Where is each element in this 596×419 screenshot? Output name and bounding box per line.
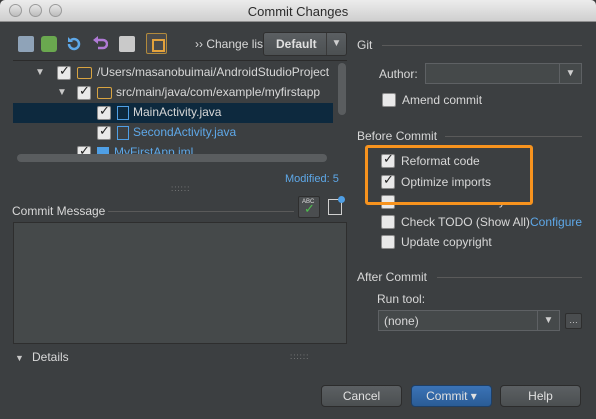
tree-checkbox[interactable] <box>77 84 91 100</box>
undo-icon[interactable] <box>92 36 109 52</box>
chevron-down-icon: ▼ <box>559 64 581 83</box>
configure-link[interactable]: Configure <box>530 215 582 229</box>
help-button[interactable]: Help <box>500 385 581 407</box>
commit-changes-dialog: Commit Changes ›› Change list: Default ▼… <box>0 0 596 419</box>
run-tool-label: Run tool: <box>377 292 426 306</box>
commit-button[interactable]: Commit ▾ <box>411 385 492 407</box>
amend-commit-label[interactable]: Amend commit <box>402 93 482 107</box>
git-section-title: Git <box>357 38 373 52</box>
update-copyright-label[interactable]: Update copyright <box>401 235 492 249</box>
modified-count: Modified: 5 <box>285 173 339 185</box>
expand-arrow-icon[interactable]: ▼ <box>35 67 45 78</box>
tree-item-project-folder[interactable]: ▼ /Users/masanobuimai/AndroidStudioProje… <box>13 63 333 83</box>
tree-item-second-activity[interactable]: SecondActivity.java <box>13 123 333 143</box>
tree-vertical-scrollbar[interactable] <box>338 63 346 115</box>
divider <box>445 136 582 137</box>
revert-icon[interactable] <box>66 36 82 52</box>
changelist-label: ›› Change list: <box>195 37 270 51</box>
run-tool-value: (none) <box>384 314 419 328</box>
edit-icon[interactable] <box>119 36 135 52</box>
tree-item-source-folder[interactable]: ▼ src/main/java/com/example/myfirstapp <box>13 83 333 103</box>
expand-arrow-icon[interactable]: ▼ <box>57 87 67 98</box>
changes-tree[interactable]: ▼ /Users/masanobuimai/AndroidStudioProje… <box>13 60 347 164</box>
commit-message-label: Commit Message <box>12 204 106 218</box>
divider <box>108 211 294 212</box>
tree-checkbox[interactable] <box>57 64 71 80</box>
message-history-icon[interactable] <box>328 196 345 215</box>
tree-checkbox[interactable] <box>97 124 111 140</box>
tree-item-label: MainActivity.java <box>133 105 222 119</box>
before-commit-section-title: Before Commit <box>357 129 438 143</box>
splitter-grip[interactable]: :::::: <box>171 184 190 193</box>
amend-commit-checkbox[interactable] <box>382 93 396 107</box>
changelist-value: Default <box>276 37 317 51</box>
java-file-icon <box>117 106 129 120</box>
cancel-button[interactable]: Cancel <box>321 385 402 407</box>
tree-checkbox[interactable] <box>97 104 111 120</box>
window-title: Commit Changes <box>247 4 349 19</box>
highlight-box <box>365 145 533 205</box>
collapse-arrow-icon[interactable]: ▼ <box>15 353 24 363</box>
tree-item-main-activity[interactable]: MainActivity.java <box>13 103 333 123</box>
update-copyright-checkbox[interactable] <box>381 235 395 249</box>
after-commit-section-title: After Commit <box>357 270 428 284</box>
divider <box>382 45 582 46</box>
tree-item-label: SecondActivity.java <box>133 125 237 139</box>
commit-message-textarea[interactable] <box>13 222 347 344</box>
author-label: Author: <box>379 67 418 81</box>
details-toggle[interactable]: Details <box>32 350 69 364</box>
java-file-icon <box>117 126 129 140</box>
tree-item-label: src/main/java/com/example/myfirstapp <box>116 85 321 99</box>
author-combobox[interactable]: ▼ <box>425 63 582 84</box>
tree-horizontal-scrollbar[interactable] <box>17 154 327 162</box>
check-todo-checkbox[interactable] <box>381 215 395 229</box>
run-tool-combobox[interactable]: (none) ▼ <box>378 310 560 331</box>
folder-icon <box>77 67 92 79</box>
chevron-down-icon: ▼ <box>326 33 346 55</box>
chevron-down-icon: ▼ <box>537 311 559 330</box>
diff-icon[interactable] <box>41 36 57 52</box>
tree-item-label: /Users/masanobuimai/AndroidStudioProject <box>97 65 330 79</box>
check-todo-label[interactable]: Check TODO (Show All) <box>401 215 530 229</box>
divider <box>437 277 582 278</box>
group-by-directory-icon[interactable] <box>146 33 167 54</box>
browse-button[interactable]: … <box>565 313 582 329</box>
changelist-dropdown[interactable]: Default ▼ <box>263 32 347 56</box>
splitter-grip[interactable]: :::::: <box>290 352 309 361</box>
refresh-icon[interactable] <box>18 36 34 52</box>
title-bar: Commit Changes <box>0 0 596 22</box>
spellcheck-icon[interactable] <box>298 196 320 218</box>
folder-icon <box>97 87 112 99</box>
